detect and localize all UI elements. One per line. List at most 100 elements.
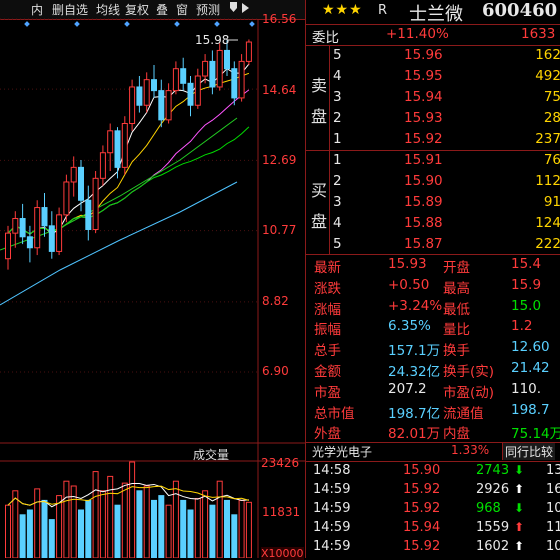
ask-volume: 28	[543, 110, 560, 126]
committee-label: 委比	[312, 30, 339, 46]
volume-bar	[34, 488, 41, 558]
volume-bar	[224, 499, 230, 558]
ask-row[interactable]: 2 15.93 28	[306, 108, 560, 129]
up-arrow-icon: ⬆	[514, 520, 525, 534]
tick-extra: 16	[546, 482, 560, 497]
event-marker-icon	[24, 21, 30, 27]
volume-bar	[121, 482, 128, 558]
tick-volume: 968	[476, 501, 501, 516]
tick-row[interactable]: 14:59 15.92 1602 10 ⬆	[306, 538, 560, 557]
tick-row[interactable]: 14:58 15.90 2743 13 ⬇	[306, 462, 560, 481]
candle-body	[151, 79, 157, 92]
stat-row[interactable]: 金额 24.32亿 换手(实) 21.42	[306, 358, 560, 380]
stat-value: 15.9	[511, 276, 542, 293]
tick-volume: 1559	[476, 520, 510, 535]
peer-compare-button[interactable]: 同行比较	[502, 443, 556, 460]
stat-label: 流通值	[443, 405, 484, 422]
stat-row[interactable]: 总手 157.1万 换手 12.60	[306, 337, 560, 360]
candle-body	[224, 49, 230, 70]
down-arrow-icon: ⬇	[514, 463, 525, 477]
event-marker-icon	[124, 21, 130, 27]
bid-row[interactable]: 1 15.91 76	[306, 150, 560, 171]
ask-row[interactable]: 1 15.92 237	[306, 129, 560, 150]
candle-body	[70, 166, 77, 183]
candle-body	[231, 68, 238, 99]
price-axis-label: 6.90	[262, 364, 289, 378]
level-index: 5	[333, 47, 342, 63]
stock-header: ★★★ R 士兰微 600460	[306, 0, 560, 25]
volume-bar	[41, 499, 48, 558]
candle-body	[63, 181, 70, 216]
stat-label: 市盈(动)	[443, 384, 495, 401]
stat-value: +3.24%	[388, 297, 443, 314]
volume-indicator-button[interactable]: 成交量	[193, 446, 229, 463]
kline-chart-panel[interactable]: 内 删自选 均线 复权 叠 窗 预测 16.56 14.64 12.69 10.…	[0, 0, 305, 560]
price-axis-label: 12.69	[262, 153, 297, 167]
sector-row[interactable]: 光学光电子 1.33% 同行比较	[306, 442, 560, 460]
volume-bar	[194, 497, 201, 558]
candle-body	[187, 82, 194, 106]
stat-row[interactable]: 涨幅 +3.24% 最低 15.0	[306, 296, 560, 318]
candle-body	[180, 68, 187, 84]
stat-value: 15.4	[511, 256, 542, 272]
bid-row[interactable]: 5 15.87 222	[306, 234, 560, 255]
candle-body	[238, 60, 245, 99]
stat-label: 换手	[443, 343, 470, 360]
volume-axis-label: 11831	[262, 505, 301, 519]
stat-value: 15.93	[388, 256, 427, 272]
stat-label: 金额	[314, 364, 341, 380]
event-marker-icon	[74, 21, 80, 27]
ask-row[interactable]: 4 15.95 492	[306, 66, 560, 87]
stat-label: 涨幅	[314, 301, 341, 318]
event-marker-icon	[214, 21, 220, 27]
stat-value: 198.7	[511, 401, 550, 418]
stat-row[interactable]: 最新 15.93 开盘 15.4	[306, 254, 560, 276]
level-index: 5	[333, 236, 342, 252]
stat-value: 207.2	[388, 380, 427, 397]
volume-axis-label: 23426	[261, 456, 300, 470]
ask-row[interactable]: 3 15.94 75	[306, 87, 560, 108]
sector-name[interactable]: 光学光电子	[312, 443, 372, 460]
stat-row[interactable]: 涨跌 +0.50 最高 15.9	[306, 275, 560, 297]
stat-row[interactable]: 市盈 207.2 市盈(动) 110.	[306, 379, 560, 401]
price-chart[interactable]	[0, 0, 305, 558]
tick-price: 15.92	[403, 482, 441, 497]
candle-body	[26, 236, 33, 249]
level-index: 1	[333, 131, 342, 147]
candle-body	[56, 214, 63, 252]
tick-row[interactable]: 14:59 15.92 968 10 ⬇	[306, 500, 560, 519]
stat-row[interactable]: 外盘 82.01万 内盘 75.14万	[306, 420, 560, 442]
tick-row[interactable]: 14:59 15.92 2926 16 ⬆	[306, 481, 560, 500]
volume-bar	[107, 475, 114, 558]
bid-row[interactable]: 2 15.90 112	[306, 171, 560, 192]
stat-row[interactable]: 振幅 6.35% 量比 1.2	[306, 316, 560, 338]
stat-label: 开盘	[443, 260, 470, 276]
volume-bar	[99, 490, 106, 558]
level-index: 4	[333, 215, 342, 231]
candle-body	[202, 60, 209, 77]
down-arrow-icon: ⬇	[514, 501, 525, 515]
stat-value: 1.2	[511, 318, 533, 335]
stat-label: 总市值	[314, 405, 355, 422]
tick-row[interactable]: 14:59 15.94 1559 11 ⬆	[306, 519, 560, 538]
volume-bar	[209, 504, 216, 558]
stat-value: 6.35%	[388, 318, 431, 335]
bid-price: 15.91	[404, 152, 443, 168]
tick-price: 15.92	[403, 539, 441, 554]
bid-row[interactable]: 3 15.89 91	[306, 192, 560, 213]
volume-bar	[187, 509, 194, 558]
volume-bar	[26, 509, 33, 558]
tick-extra: 13	[546, 463, 560, 478]
bid-row[interactable]: 4 15.88 124	[306, 213, 560, 234]
volume-bar	[56, 495, 63, 558]
tick-extra: 10	[546, 501, 560, 516]
volume-bar	[231, 514, 238, 558]
bid-volume: 112	[535, 173, 560, 189]
stat-row[interactable]: 总市值 198.7亿 流通值 198.7	[306, 400, 560, 422]
ask-row[interactable]: 5 15.96 162	[306, 45, 560, 66]
ask-price: 15.92	[404, 131, 443, 147]
stock-code: 600460	[482, 0, 558, 21]
candle-body	[245, 41, 252, 62]
candle-body	[19, 218, 26, 238]
price-axis-label: 8.82	[262, 294, 289, 308]
